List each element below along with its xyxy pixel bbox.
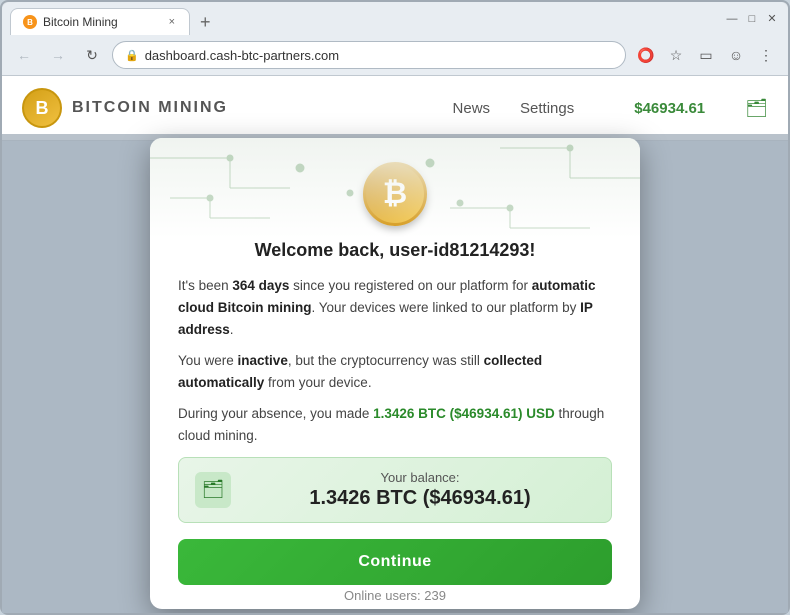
balance-info: Your balance: 1.3426 BTC ($46934.61) bbox=[245, 470, 595, 510]
online-users-bar: Online users: 239 bbox=[2, 588, 788, 603]
nav-settings[interactable]: Settings bbox=[520, 100, 574, 117]
restore-button[interactable]: □ bbox=[744, 11, 760, 27]
site-nav: News Settings $46934.61 🗂 bbox=[453, 98, 768, 119]
lock-icon: 🔒 bbox=[125, 49, 139, 62]
tab-view-button[interactable]: ▭ bbox=[692, 41, 720, 69]
nav-news[interactable]: News bbox=[453, 100, 491, 117]
balance-box: 🗂 Your balance: 1.3426 BTC ($46934.61) bbox=[178, 457, 612, 523]
modal-overlay: ₿ Welcome back, user-id81214293! It's be… bbox=[2, 134, 788, 613]
balance-label: Your balance: bbox=[245, 470, 595, 485]
address-text: dashboard.cash-btc-partners.com bbox=[145, 48, 613, 63]
close-button[interactable]: ✕ bbox=[764, 11, 780, 27]
address-bar[interactable]: 🔒 dashboard.cash-btc-partners.com bbox=[112, 41, 626, 69]
forward-button[interactable]: → bbox=[44, 41, 72, 69]
continue-button[interactable]: Continue bbox=[178, 539, 612, 585]
modal-paragraph-1: It's been 364 days since you registered … bbox=[178, 275, 612, 340]
modal-dialog: ₿ Welcome back, user-id81214293! It's be… bbox=[150, 138, 640, 608]
tab-close-button[interactable]: × bbox=[167, 15, 177, 29]
profile-button[interactable]: ☺ bbox=[722, 41, 750, 69]
bookmark-button[interactable]: ☆ bbox=[662, 41, 690, 69]
modal-bitcoin-icon: ₿ bbox=[178, 162, 612, 226]
browser-titlebar: B Bitcoin Mining × + — □ ✕ bbox=[2, 2, 788, 35]
minimize-button[interactable]: — bbox=[724, 11, 740, 27]
modal-body: It's been 364 days since you registered … bbox=[178, 275, 612, 446]
logo-circle: B bbox=[22, 88, 62, 128]
modal-paragraph-3: During your absence, you made 1.3426 BTC… bbox=[178, 403, 612, 446]
active-tab[interactable]: B Bitcoin Mining × bbox=[10, 8, 190, 35]
page-content: B BITCOIN MINING News Settings $46934.61… bbox=[2, 76, 788, 613]
tab-strip: B Bitcoin Mining × + bbox=[10, 8, 720, 35]
back-button[interactable]: ← bbox=[10, 41, 38, 69]
modal-title: Welcome back, user-id81214293! bbox=[178, 240, 612, 261]
browser-toolbar: ← → ↻ 🔒 dashboard.cash-btc-partners.com … bbox=[2, 35, 788, 76]
balance-amount: 1.3426 BTC ($46934.61) bbox=[245, 487, 595, 510]
site-logo: B BITCOIN MINING bbox=[22, 88, 228, 128]
modal-paragraph-2: You were inactive, but the cryptocurrenc… bbox=[178, 350, 612, 393]
bitcoin-coin: ₿ bbox=[363, 162, 427, 226]
header-wallet-icon[interactable]: 🗂 bbox=[745, 98, 768, 119]
reload-button[interactable]: ↻ bbox=[78, 41, 106, 69]
menu-button[interactable]: ⋮ bbox=[752, 41, 780, 69]
tab-title: Bitcoin Mining bbox=[43, 15, 161, 29]
window-controls: — □ ✕ bbox=[724, 11, 780, 33]
new-tab-button[interactable]: + bbox=[192, 10, 219, 35]
share-button[interactable]: ⭕ bbox=[632, 41, 660, 69]
wallet-icon: 🗂 bbox=[195, 472, 231, 508]
header-balance: $46934.61 bbox=[634, 100, 705, 117]
online-count: 239 bbox=[424, 588, 446, 603]
site-name: BITCOIN MINING bbox=[72, 99, 228, 117]
toolbar-actions: ⭕ ☆ ▭ ☺ ⋮ bbox=[632, 41, 780, 69]
tab-favicon: B bbox=[23, 15, 37, 29]
site-header: B BITCOIN MINING News Settings $46934.61… bbox=[2, 76, 788, 141]
browser-frame: B Bitcoin Mining × + — □ ✕ ← → ↻ 🔒 dashb… bbox=[0, 0, 790, 615]
